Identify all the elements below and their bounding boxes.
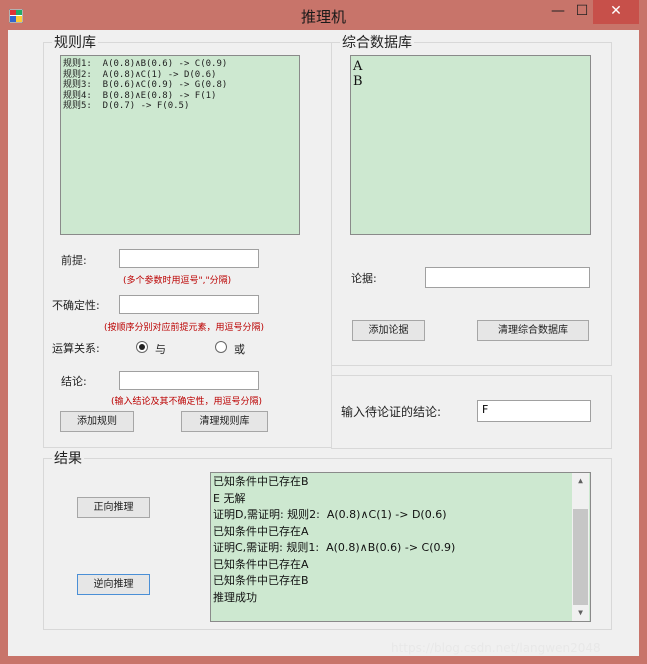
app-window: 推理机 — ☐ ✕ 规则库 规则1: A(0.8)∧B(0.6) -> C(0.… [0, 0, 647, 664]
backward-reasoning-button[interactable]: 逆向推理 [77, 574, 150, 595]
evidence-input[interactable] [425, 267, 590, 288]
rules-text: 规则1: A(0.8)∧B(0.6) -> C(0.9) 规则2: A(0.8)… [63, 59, 228, 111]
clear-rules-button[interactable]: 清理规则库 [181, 411, 268, 432]
conclusion-hint: (输入结论及其不确定性，用逗号分隔) [111, 397, 263, 407]
and-radio[interactable] [136, 341, 148, 353]
add-evidence-button[interactable]: 添加论据 [352, 320, 425, 341]
scroll-up-arrow-icon[interactable]: ▲ [572, 473, 589, 489]
rules-textbox[interactable]: 规则1: A(0.8)∧B(0.6) -> C(0.9) 规则2: A(0.8)… [60, 55, 300, 235]
uncertainty-input[interactable] [119, 295, 259, 314]
rules-group-title: 规则库 [52, 32, 98, 52]
relation-label: 运算关系: [52, 342, 100, 355]
clear-database-button[interactable]: 清理综合数据库 [477, 320, 589, 341]
scroll-down-arrow-icon[interactable]: ▼ [572, 605, 589, 621]
or-radio[interactable] [215, 341, 227, 353]
results-textbox[interactable]: 已知条件中已存在B E 无解 证明D,需证明: 规则2: A(0.8)∧C(1)… [210, 472, 591, 622]
uncertainty-label: 不确定性: [52, 299, 100, 312]
goal-label: 输入待论证的结论: [341, 405, 442, 419]
uncertainty-hint: (按顺序分别对应前提元素，用逗号分隔) [104, 323, 265, 333]
database-textbox[interactable]: A B [350, 55, 591, 235]
client-area: 规则库 规则1: A(0.8)∧B(0.6) -> C(0.9) 规则2: A(… [8, 30, 639, 656]
scrollbar-thumb[interactable] [573, 509, 588, 605]
close-button[interactable]: ✕ [593, 0, 639, 24]
watermark: https://blog.csdn.net/langwen2048 [391, 641, 601, 655]
forward-reasoning-button[interactable]: 正向推理 [77, 497, 150, 518]
database-group-title: 综合数据库 [340, 32, 414, 52]
conclusion-input[interactable] [119, 371, 259, 390]
premise-input[interactable] [119, 249, 259, 268]
results-group-title: 结果 [52, 448, 84, 468]
or-label: 或 [234, 343, 245, 356]
results-scrollbar[interactable]: ▲ ▼ [572, 473, 589, 621]
evidence-label: 论据: [351, 272, 377, 285]
premise-label: 前提: [61, 254, 87, 267]
database-text: A B [353, 59, 363, 89]
title-bar[interactable]: 推理机 — ☐ ✕ [0, 0, 647, 30]
and-label: 与 [155, 343, 166, 356]
results-text: 已知条件中已存在B E 无解 证明D,需证明: 规则2: A(0.8)∧C(1)… [213, 475, 456, 604]
goal-input[interactable]: F [477, 400, 591, 422]
radio-selected-dot [139, 344, 145, 350]
premise-hint: (多个参数时用逗号","分隔) [123, 276, 232, 286]
conclusion-label: 结论: [61, 375, 87, 388]
add-rule-button[interactable]: 添加规则 [60, 411, 134, 432]
